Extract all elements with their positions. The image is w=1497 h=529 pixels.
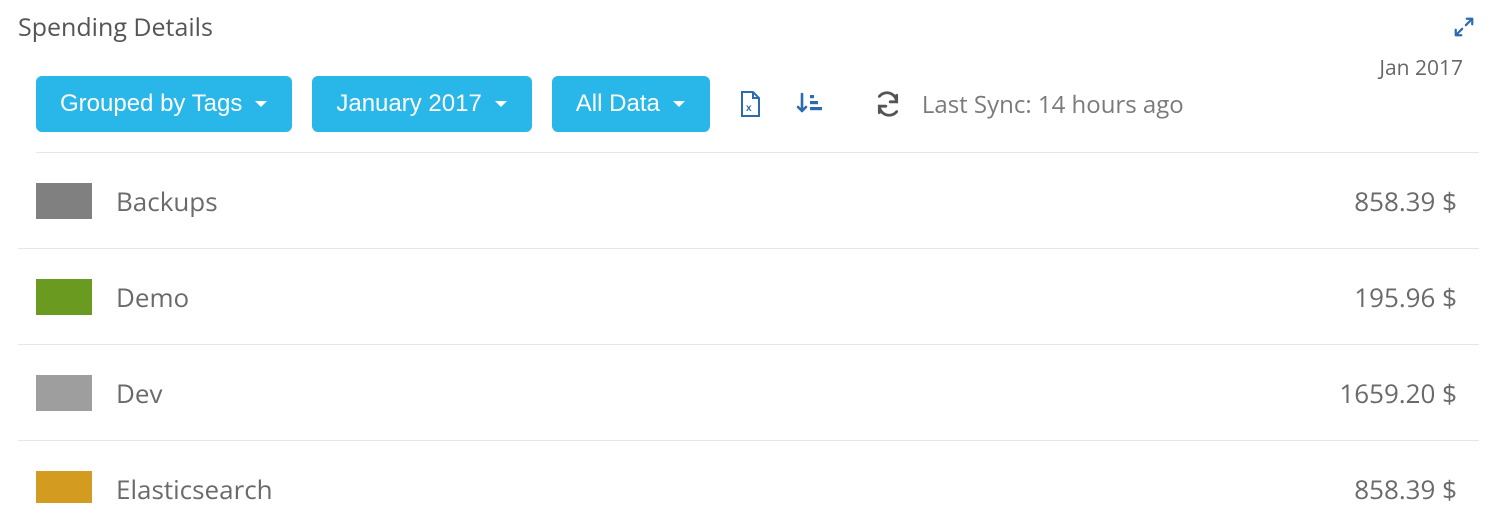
panel-title: Spending Details [18,10,1479,44]
row-label: Backups [116,183,1354,219]
color-swatch [36,375,92,411]
list-row[interactable]: Backups858.39 $ [18,153,1479,249]
row-label: Demo [116,279,1354,315]
list-row[interactable]: Elasticsearch858.39 $ [18,441,1479,503]
scope-dropdown[interactable]: All Data [552,76,710,132]
color-swatch [36,183,92,219]
refresh-icon[interactable] [868,84,908,124]
row-amount: 1659.20 $ [1339,375,1461,411]
group-by-label: Grouped by Tags [60,90,242,118]
list-row[interactable]: Demo195.96 $ [18,249,1479,345]
row-amount: 195.96 $ [1354,279,1461,315]
toolbar: Grouped by Tags January 2017 All Data x [36,76,1479,153]
color-swatch [36,471,92,504]
row-amount: 858.39 $ [1354,183,1461,219]
expand-icon[interactable] [1453,16,1475,38]
color-swatch [36,279,92,315]
row-label: Dev [116,375,1339,411]
caret-down-icon [494,100,508,109]
caret-down-icon [254,100,268,109]
spending-list[interactable]: Backups858.39 $Demo195.96 $Dev1659.20 $E… [18,153,1479,503]
list-row[interactable]: Dev1659.20 $ [18,345,1479,441]
scope-label: All Data [576,90,660,118]
svg-text:x: x [746,103,752,114]
date-badge: Jan 2017 [1379,54,1463,82]
period-dropdown[interactable]: January 2017 [312,76,531,132]
group-by-dropdown[interactable]: Grouped by Tags [36,76,292,132]
caret-down-icon [672,100,686,109]
period-label: January 2017 [336,90,481,118]
export-excel-icon[interactable]: x [730,84,770,124]
last-sync-text: Last Sync: 14 hours ago [922,88,1184,121]
row-amount: 858.39 $ [1354,471,1461,504]
sort-icon[interactable] [790,84,830,124]
row-label: Elasticsearch [116,471,1354,504]
